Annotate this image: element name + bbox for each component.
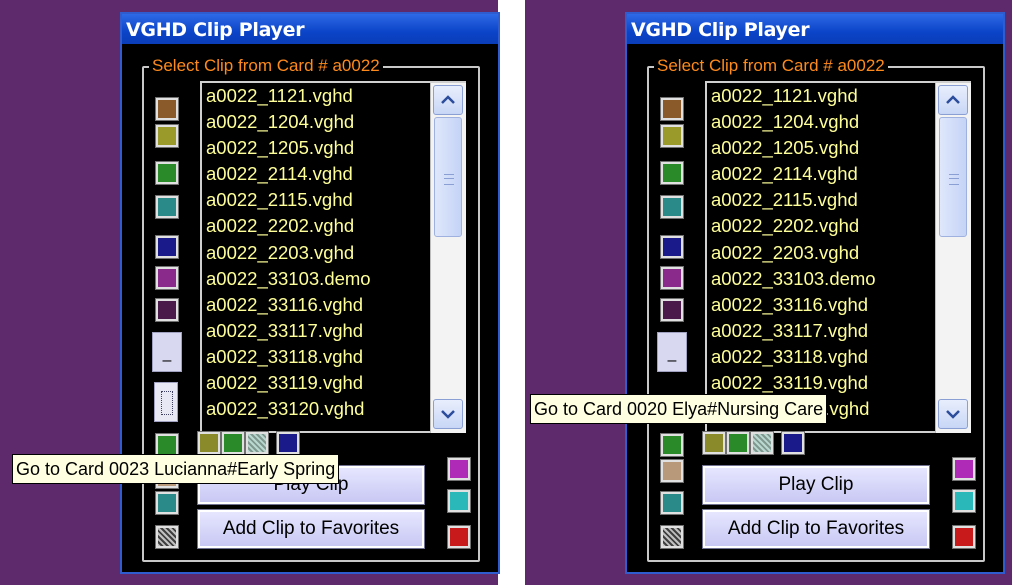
- grip-icon: [444, 174, 454, 185]
- color-swatch-green-small-2[interactable]: [726, 431, 750, 455]
- title-bar[interactable]: VGHD Clip Player: [627, 14, 1003, 44]
- group-label: Select Clip from Card # a0022: [654, 56, 888, 76]
- add-to-favorites-button[interactable]: Add Clip to Favorites: [197, 509, 425, 549]
- chevron-down-icon: [441, 410, 455, 419]
- color-swatch-green-small[interactable]: [155, 433, 179, 457]
- color-swatch-olive[interactable]: [155, 124, 179, 148]
- clip-list-item[interactable]: a0022_33103.demo: [206, 266, 466, 292]
- group-label: Select Clip from Card # a0022: [149, 56, 383, 76]
- color-swatch-navy[interactable]: [155, 235, 179, 259]
- scroll-thumb[interactable]: [434, 117, 462, 237]
- clip-list-scrollbar[interactable]: [935, 83, 971, 433]
- color-swatch-navy[interactable]: [660, 235, 684, 259]
- tooltip: Go to Card 0020 Elya#Nursing Care: [530, 394, 828, 424]
- scroll-down-button[interactable]: [938, 399, 968, 429]
- clip-list-item[interactable]: a0022_1205.vghd: [206, 135, 466, 161]
- clip-player-window: VGHD Clip Player Select Clip from Card #…: [625, 12, 1005, 574]
- clip-list-item[interactable]: a0022_2115.vghd: [711, 187, 971, 213]
- clip-list-item[interactable]: a0022_2202.vghd: [711, 213, 971, 239]
- color-swatch-olive-small[interactable]: [197, 431, 221, 455]
- color-swatch-pattern[interactable]: [750, 431, 774, 455]
- clip-list-item[interactable]: a0022_2203.vghd: [711, 240, 971, 266]
- color-swatch-green[interactable]: [660, 161, 684, 185]
- color-swatch-dark-purple[interactable]: [155, 298, 179, 322]
- color-swatch-red[interactable]: [952, 525, 976, 549]
- tooltip: Go to Card 0023 Lucianna#Early Spring: [12, 454, 340, 484]
- clip-list-item[interactable]: a0022_2115.vghd: [206, 187, 466, 213]
- slider-grip-icon: [161, 391, 173, 415]
- scroll-thumb[interactable]: [939, 117, 967, 237]
- color-swatch-purple[interactable]: [660, 266, 684, 290]
- slider-handle[interactable]: [154, 382, 178, 422]
- color-swatch-brown[interactable]: [155, 97, 179, 121]
- title-bar[interactable]: VGHD Clip Player: [122, 14, 498, 44]
- scroll-up-button[interactable]: [938, 85, 968, 115]
- clip-player-window: VGHD Clip Player Select Clip from Card #…: [120, 12, 500, 574]
- minus-icon: –: [162, 352, 172, 369]
- right-panel-background: VGHD Clip Player Select Clip from Card #…: [525, 0, 1012, 585]
- color-swatch-brown[interactable]: [660, 97, 684, 121]
- color-swatch-cyan[interactable]: [952, 489, 976, 513]
- clip-list-item[interactable]: a0022_33116.vghd: [206, 292, 466, 318]
- scroll-down-button[interactable]: [433, 399, 463, 429]
- chevron-down-icon: [946, 410, 960, 419]
- clip-list-item[interactable]: a0022_33116.vghd: [711, 292, 971, 318]
- color-swatch-teal-2[interactable]: [155, 491, 179, 515]
- color-swatch-teal[interactable]: [155, 195, 179, 219]
- color-swatch-red[interactable]: [447, 525, 471, 549]
- window-title: VGHD Clip Player: [631, 19, 810, 41]
- color-swatch-olive[interactable]: [660, 124, 684, 148]
- zoom-out-button[interactable]: –: [152, 332, 182, 372]
- color-swatch-dark-purple[interactable]: [660, 298, 684, 322]
- color-swatch-green-small-2[interactable]: [221, 431, 245, 455]
- clip-list-item[interactable]: a0022_33117.vghd: [206, 318, 466, 344]
- add-to-favorites-button[interactable]: Add Clip to Favorites: [702, 509, 930, 549]
- zoom-out-button[interactable]: –: [657, 332, 687, 372]
- left-panel-background: VGHD Clip Player Select Clip from Card #…: [0, 0, 500, 585]
- clip-list-item[interactable]: a0022_1205.vghd: [711, 135, 971, 161]
- clip-list-item[interactable]: a0022_33118.vghd: [206, 344, 466, 370]
- clip-list-item[interactable]: a0022_33117.vghd: [711, 318, 971, 344]
- color-swatch-purple[interactable]: [155, 266, 179, 290]
- color-swatch-cyan[interactable]: [447, 489, 471, 513]
- color-swatch-teal[interactable]: [660, 195, 684, 219]
- color-swatch-tan[interactable]: [660, 459, 684, 483]
- clip-list-item[interactable]: a0022_2114.vghd: [206, 161, 466, 187]
- window-title: VGHD Clip Player: [126, 19, 305, 41]
- color-swatch-checker[interactable]: [155, 525, 179, 549]
- color-swatch-navy-small[interactable]: [276, 431, 300, 455]
- clip-list[interactable]: a0022_1121.vghd a0022_1204.vghd a0022_1205…: [200, 81, 466, 433]
- clip-list-item[interactable]: a0022_33103.demo: [711, 266, 971, 292]
- color-swatch-pattern[interactable]: [245, 431, 269, 455]
- clip-list-item[interactable]: a0022_2202.vghd: [206, 213, 466, 239]
- clip-list-item[interactable]: a0022_1121.vghd: [711, 83, 971, 109]
- clip-list-item[interactable]: a0022_2203.vghd: [206, 240, 466, 266]
- clip-list-item[interactable]: a0022_1121.vghd: [206, 83, 466, 109]
- color-swatch-green[interactable]: [155, 161, 179, 185]
- chevron-up-icon: [441, 95, 455, 104]
- minus-icon: –: [667, 352, 677, 369]
- play-clip-button[interactable]: Play Clip: [702, 465, 930, 505]
- clip-list-item[interactable]: a0022_1204.vghd: [206, 109, 466, 135]
- color-swatch-magenta[interactable]: [447, 457, 471, 481]
- clip-list-item[interactable]: a0022_1204.vghd: [711, 109, 971, 135]
- color-swatch-olive-small[interactable]: [702, 431, 726, 455]
- color-swatch-green-small[interactable]: [660, 433, 684, 457]
- clip-list-item[interactable]: a0022_33118.vghd: [711, 344, 971, 370]
- clip-list-item[interactable]: a0022_33120.vghd: [206, 396, 466, 422]
- color-swatch-magenta[interactable]: [952, 457, 976, 481]
- clip-list-item[interactable]: a0022_33119.vghd: [206, 370, 466, 396]
- scroll-up-button[interactable]: [433, 85, 463, 115]
- clip-list[interactable]: a0022_1121.vghd a0022_1204.vghd a0022_1205…: [705, 81, 971, 433]
- color-swatch-teal-2[interactable]: [660, 491, 684, 515]
- clip-list-item[interactable]: a0022_2114.vghd: [711, 161, 971, 187]
- clip-list-scrollbar[interactable]: [430, 83, 466, 433]
- color-swatch-checker[interactable]: [660, 525, 684, 549]
- color-swatch-navy-small[interactable]: [781, 431, 805, 455]
- clip-list-item[interactable]: a0022_33119.vghd: [711, 370, 971, 396]
- chevron-up-icon: [946, 95, 960, 104]
- grip-icon: [949, 174, 959, 185]
